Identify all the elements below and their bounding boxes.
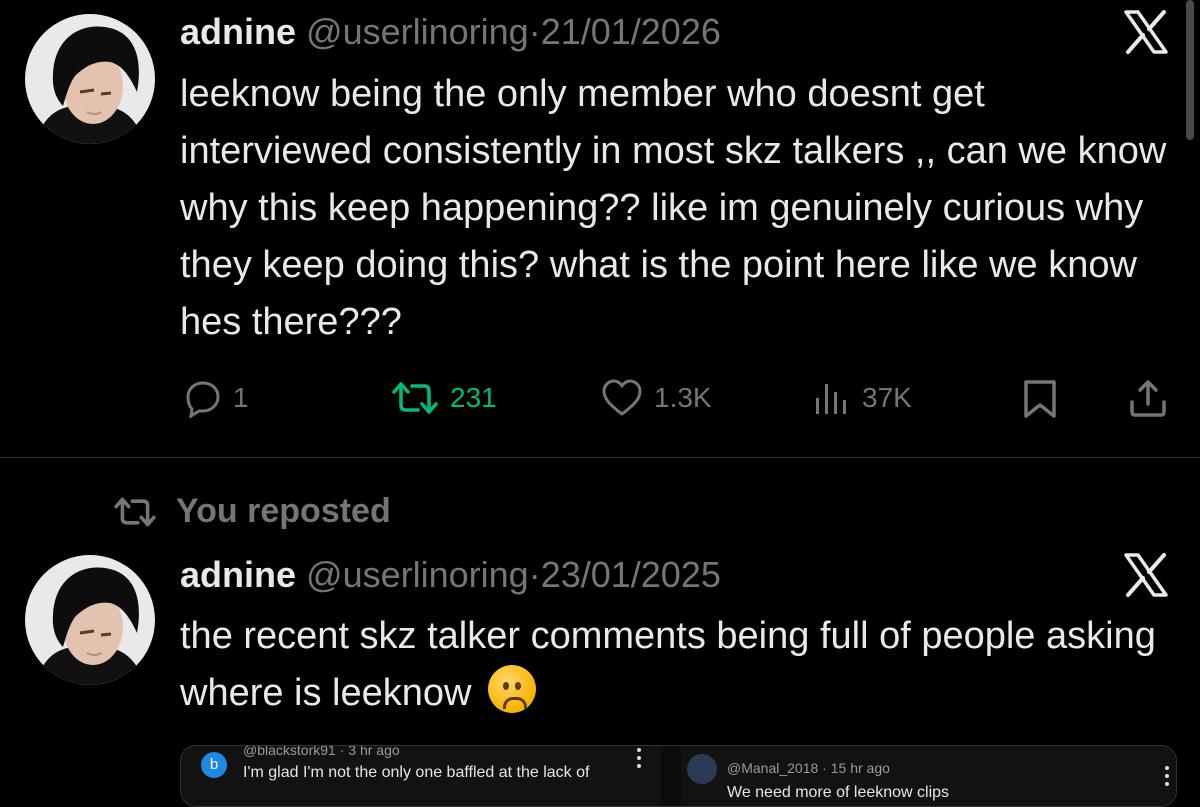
like-icon (602, 379, 642, 416)
tweet-1[interactable]: adnine @userlinoring·21/01/2026 leeknow … (0, 0, 1200, 458)
tweet-header: adnine @userlinoring·21/01/2026 (180, 14, 721, 50)
x-logo-icon[interactable] (1122, 551, 1170, 599)
avatar-photo (25, 555, 155, 685)
comment-handle: @blackstork91 (243, 745, 336, 758)
tweet-header: adnine @userlinoring·23/01/2025 (180, 557, 721, 593)
avatar[interactable] (25, 555, 155, 685)
comment-time: 15 hr ago (830, 760, 890, 776)
commenter-avatar: b (201, 752, 227, 778)
share-button[interactable] (1128, 378, 1168, 418)
comment-handle: @Manal_2018 (727, 760, 819, 776)
views-button[interactable]: 37K (812, 378, 912, 418)
scrollbar[interactable] (1186, 0, 1194, 140)
comment-text: I'm glad I'm not the only one baffled at… (243, 764, 590, 781)
like-count: 1.3K (654, 382, 712, 413)
tweet-date[interactable]: 23/01/2025 (541, 554, 721, 595)
separator-dot: · (339, 745, 345, 758)
tweet-text: leeknow being the only member who doesnt… (180, 73, 1167, 343)
display-name[interactable]: adnine (180, 554, 296, 595)
commenter-avatar (687, 754, 717, 784)
reply-button[interactable]: 1 (183, 378, 249, 418)
share-icon (1130, 380, 1166, 417)
comment-time: 3 hr ago (348, 745, 400, 758)
reply-count: 1 (233, 382, 249, 413)
comment-text: We need more of leeknow clips (727, 784, 950, 801)
slightly-frowning-face-icon (488, 665, 537, 713)
user-handle[interactable]: @userlinoring (306, 554, 529, 595)
repost-button[interactable]: 231 (390, 378, 497, 418)
separator-dot: · (822, 760, 827, 776)
bookmark-button[interactable] (1020, 378, 1060, 418)
repost-count: 231 (450, 382, 497, 413)
views-count: 37K (862, 382, 912, 413)
separator-dot: · (528, 11, 541, 52)
tweet-2[interactable]: adnine @userlinoring·23/01/2025 the rece… (0, 458, 1200, 793)
comment-meta: @Manal_2018 · 15 hr ago (727, 760, 890, 776)
kebab-menu-icon (637, 748, 641, 772)
avatar-letter: b (209, 756, 219, 773)
comment-meta: @blackstork91 · 3 hr ago (243, 745, 400, 758)
avatar-photo (25, 14, 155, 144)
display-name[interactable]: adnine (180, 11, 296, 52)
avatar[interactable] (25, 14, 155, 144)
separator-dot: · (528, 554, 541, 595)
like-button[interactable]: 1.3K (600, 378, 712, 418)
tweet-media-image[interactable]: b @blackstork91 · 3 hr ago I'm glad I'm … (180, 745, 1177, 807)
comment-card: b @blackstork91 · 3 hr ago I'm glad I'm … (181, 746, 661, 806)
tweet-actions: 1 231 1.3K 37K (0, 372, 1200, 422)
repost-icon (392, 382, 438, 414)
comment-card: @Manal_2018 · 15 hr ago We need more of … (681, 746, 1176, 806)
tweet-text: the recent skz talker comments being ful… (180, 615, 1156, 714)
x-logo-icon[interactable] (1122, 8, 1170, 56)
bookmark-icon (1024, 380, 1056, 418)
kebab-menu-icon (1165, 766, 1169, 790)
user-handle[interactable]: @userlinoring (306, 11, 529, 52)
views-icon (816, 384, 846, 414)
reply-icon (186, 381, 220, 418)
tweet-text-container: the recent skz talker comments being ful… (180, 608, 1170, 722)
tweet-date[interactable]: 21/01/2026 (541, 11, 721, 52)
